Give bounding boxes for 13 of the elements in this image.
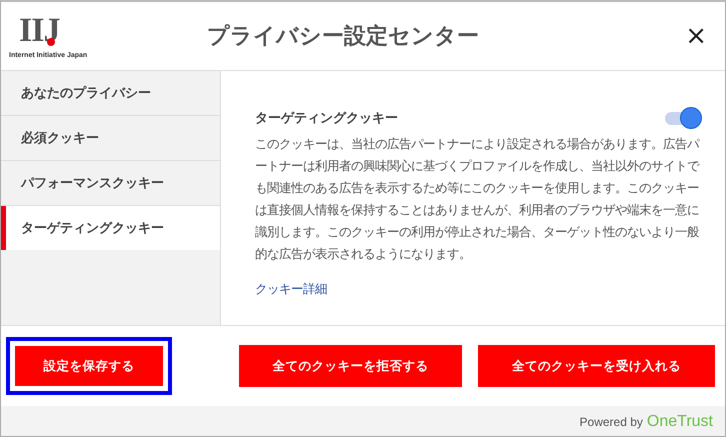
toggle-switch[interactable] — [663, 107, 703, 129]
powered-by-text: Powered by — [580, 414, 643, 428]
dialog-title: プライバシー設定センター — [207, 22, 480, 51]
logo-text: IIJ — [19, 14, 60, 48]
section-heading: ターゲティングクッキー — [255, 110, 398, 127]
sidebar-item[interactable]: ターゲティングクッキー — [1, 206, 220, 250]
brand-text: OneTrust — [646, 412, 713, 430]
action-button[interactable]: 設定を保存する — [6, 337, 172, 395]
cookie-details-link[interactable]: クッキー詳細 — [255, 281, 327, 298]
action-button[interactable]: 全てのクッキーを受け入れる — [478, 345, 715, 387]
action-button[interactable]: 全てのクッキーを拒否する — [238, 345, 462, 387]
description-text: このクッキーは、当社の広告パートナーにより設定される場合があります。広告パートナーは利用者の興味関心に基づくプロファイルを作成し、当社以外のサイトでも関連性のある広告を表示するため等にこのクッキーを使用します。このクッキーは直接個人情報を保持することはありませんが、利用者のブラウザや端末を一意に識別します。このクッキーの利用が停止された場合、ターゲット性のないより一般的な広告が表示されるようになります。 — [255, 135, 700, 263]
close-button[interactable]: × — [681, 21, 711, 51]
